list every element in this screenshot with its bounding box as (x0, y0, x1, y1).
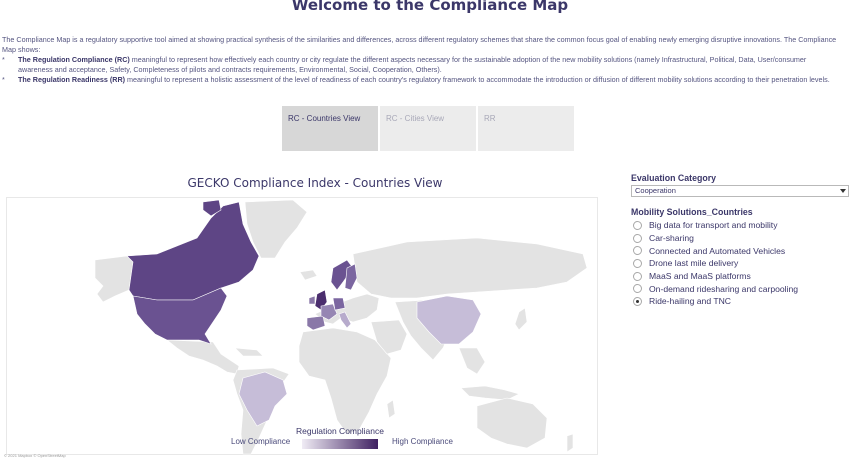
radio-option-label: Connected and Automated Vehicles (649, 245, 786, 256)
radio-button-selected[interactable] (633, 296, 642, 306)
radio-button[interactable] (633, 284, 642, 294)
region-sweden (344, 263, 358, 291)
map-title: GECKO Compliance Index - Countries View (187, 176, 443, 190)
region-alaska (94, 255, 134, 303)
radio-option-drone-delivery[interactable]: Drone last mile delivery (633, 257, 798, 270)
radio-option-label: Big data for transport and mobility (649, 220, 778, 231)
evaluation-category-heading: Evaluation Category (631, 173, 717, 183)
map-copyright[interactable]: © 2021 Mapbox © OpenStreetMap (4, 453, 66, 458)
radio-option-on-demand-ridesharing[interactable]: On-demand ridesharing and carpooling (633, 282, 798, 295)
intro-text: The Compliance Map is a regulatory suppo… (2, 35, 842, 85)
region-germany (332, 297, 346, 311)
tab-rc-cities-view[interactable]: RC - Cities View (380, 106, 476, 151)
bullet-term-rc: The Regulation Compliance (RC) (18, 55, 130, 64)
radio-button[interactable] (633, 271, 642, 281)
bullet-mark: * (2, 75, 5, 84)
region-new-zealand (566, 433, 574, 453)
radio-option-maas[interactable]: MaaS and MaaS platforms (633, 270, 798, 283)
intro-bullet-rc: * The Regulation Compliance (RC) meaning… (2, 55, 842, 75)
page-title: Welcome to the Compliance Map (291, 0, 569, 14)
chevron-down-icon (840, 189, 846, 193)
radio-option-connected-automated-vehicles[interactable]: Connected and Automated Vehicles (633, 244, 798, 257)
radio-option-label: MaaS and MaaS platforms (649, 271, 751, 282)
region-spain (306, 315, 326, 331)
world-map-svg (94, 199, 588, 455)
region-southeast-asia (458, 347, 486, 375)
region-japan (514, 307, 528, 331)
mobility-solutions-radio-list: Big data for transport and mobility Car-… (633, 219, 798, 308)
intro-paragraph: The Compliance Map is a regulatory suppo… (2, 35, 837, 54)
legend-low-label: Low Compliance (231, 437, 291, 446)
region-russia (352, 237, 588, 299)
region-canada (126, 201, 260, 301)
intro-bullet-rr: * The Regulation Readiness (RR) meaningf… (2, 75, 842, 85)
bullet-text-rc: meaningful to represent how effectively … (18, 55, 807, 74)
radio-option-ride-hailing[interactable]: Ride-hailing and TNC (633, 295, 798, 308)
region-madagascar (386, 399, 396, 419)
region-indonesia (460, 385, 520, 401)
radio-option-big-data[interactable]: Big data for transport and mobility (633, 219, 798, 232)
radio-option-car-sharing[interactable]: Car-sharing (633, 232, 798, 245)
evaluation-category-dropdown[interactable]: Cooperation (631, 185, 849, 197)
view-tabs: RC - Countries View RC - Cities View RR (282, 106, 576, 151)
radio-option-label: On-demand ridesharing and carpooling (649, 283, 799, 294)
region-mexico (166, 339, 240, 375)
bullet-mark: * (2, 55, 5, 64)
world-map[interactable] (6, 197, 598, 455)
region-caribbean (234, 347, 264, 357)
mobility-solutions-heading: Mobility Solutions_Countries (631, 207, 753, 217)
radio-option-label: Car-sharing (649, 233, 694, 244)
region-ireland (308, 295, 316, 305)
legend-high-label: High Compliance (392, 437, 453, 446)
radio-button[interactable] (633, 246, 642, 256)
evaluation-category-value: Cooperation (635, 186, 676, 195)
radio-button[interactable] (633, 220, 642, 230)
radio-button[interactable] (633, 233, 642, 243)
bullet-term-rr: The Regulation Readiness (RR) (18, 75, 126, 84)
bullet-text-rr: meaningful to represent a holistic asses… (125, 75, 830, 84)
legend-gradient-bar (302, 439, 378, 449)
radio-option-label: Ride-hailing and TNC (649, 296, 732, 307)
tab-rc-countries-view[interactable]: RC - Countries View (282, 106, 378, 151)
radio-option-label: Drone last mile delivery (649, 258, 739, 269)
region-australia (476, 397, 548, 449)
region-iceland (299, 269, 318, 281)
tab-rr[interactable]: RR (478, 106, 574, 151)
region-africa (298, 327, 392, 435)
legend-title: Regulation Compliance (296, 426, 384, 436)
radio-button[interactable] (633, 258, 642, 268)
